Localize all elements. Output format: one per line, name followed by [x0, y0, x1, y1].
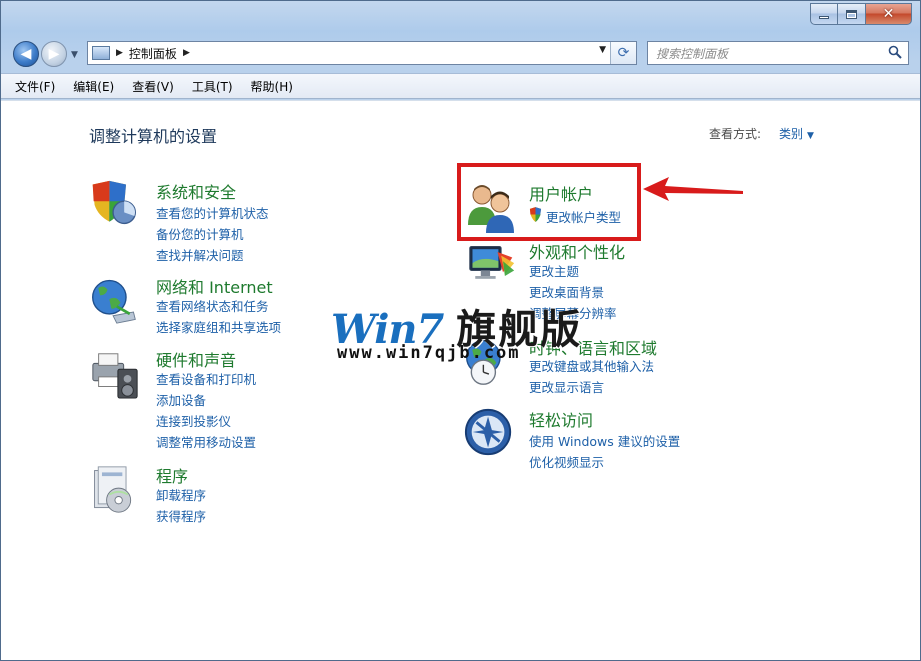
globe-network-icon: [92, 279, 136, 324]
category-title[interactable]: 系统和安全: [156, 179, 236, 203]
highlight-box: [457, 163, 641, 241]
refresh-button[interactable]: ⟳: [610, 42, 636, 64]
menu-view[interactable]: 查看(V): [132, 78, 174, 95]
close-icon: ✕: [882, 6, 895, 22]
maximize-icon: [846, 9, 857, 19]
search-input[interactable]: 搜索控制面板: [647, 41, 909, 65]
ease-of-access-icon: [464, 408, 512, 456]
category-title[interactable]: 网络和 Internet: [156, 274, 273, 298]
category-link[interactable]: 卸载程序: [156, 485, 206, 504]
category-link[interactable]: 连接到投影仪: [156, 411, 231, 430]
category-link[interactable]: 更改显示语言: [529, 377, 604, 396]
maximize-button[interactable]: [838, 3, 866, 25]
monitor-palette-icon: [469, 245, 515, 279]
breadcrumb-separator-icon[interactable]: ▶: [116, 48, 123, 58]
view-by-label: 查看方式:: [709, 127, 762, 141]
forward-arrow-icon: ▶: [48, 46, 60, 62]
category-link[interactable]: 添加设备: [156, 390, 206, 409]
category-link[interactable]: 调整常用移动设置: [156, 432, 256, 451]
category-link[interactable]: 使用 Windows 建议的设置: [529, 431, 680, 450]
category-link[interactable]: 选择家庭组和共享选项: [156, 317, 281, 336]
control-panel-icon: [92, 46, 110, 60]
category-link[interactable]: 更改主题: [529, 261, 579, 280]
minimize-icon: [819, 15, 829, 19]
menu-file[interactable]: 文件(F): [15, 78, 55, 95]
content-area: 调整计算机的设置 查看方式: 类别 ▼ 系统和安全 查看您的计算机状态 备份您的计…: [1, 100, 920, 660]
category-link[interactable]: 优化视频显示: [529, 452, 604, 471]
printer-speaker-icon: [92, 353, 138, 399]
close-button[interactable]: ✕: [866, 3, 912, 25]
chevron-down-icon[interactable]: ▼: [807, 131, 814, 141]
search-placeholder: 搜索控制面板: [656, 46, 729, 61]
back-arrow-icon: ◀: [20, 46, 32, 62]
watermark: Win7 旗舰版 www.win7qjb.com: [331, 297, 601, 367]
caption-buttons: ✕: [810, 3, 912, 25]
breadcrumb-control-panel[interactable]: 控制面板: [129, 45, 177, 62]
category-title[interactable]: 硬件和声音: [156, 347, 236, 371]
category-link[interactable]: 查找并解决问题: [156, 245, 244, 264]
category-link[interactable]: 备份您的计算机: [156, 224, 244, 243]
control-panel-window: ✕ ◀ ▶ ▼ ▶ 控制面板 ▶ ▼ ⟳ 搜索控制面板 文件(F) 编辑(E) …: [0, 0, 921, 661]
recent-pages-dropdown[interactable]: ▼: [71, 50, 78, 60]
navigation-bar: ◀ ▶ ▼ ▶ 控制面板 ▶ ▼ ⟳ 搜索控制面板: [1, 37, 920, 69]
address-dropdown-icon[interactable]: ▼: [599, 45, 606, 55]
red-arrow-icon: [643, 177, 743, 201]
view-by-dropdown[interactable]: 类别 ▼: [779, 125, 814, 142]
category-title[interactable]: 程序: [156, 463, 188, 487]
refresh-icon: ⟳: [617, 45, 630, 61]
shield-chart-icon: [92, 180, 136, 225]
category-title[interactable]: 外观和个性化: [529, 239, 625, 263]
category-title[interactable]: 轻松访问: [529, 407, 593, 431]
page-title: 调整计算机的设置: [89, 127, 218, 146]
category-link[interactable]: 查看设备和打印机: [156, 369, 256, 388]
category-link[interactable]: 获得程序: [156, 506, 206, 525]
view-by-value[interactable]: 类别: [779, 127, 803, 141]
minimize-button[interactable]: [810, 3, 838, 25]
category-link[interactable]: 查看您的计算机状态: [156, 203, 269, 222]
menu-help[interactable]: 帮助(H): [251, 78, 293, 95]
search-icon[interactable]: [888, 45, 902, 59]
address-bar[interactable]: ▶ 控制面板 ▶ ▼ ⟳: [87, 41, 637, 65]
forward-button[interactable]: ▶: [41, 41, 67, 67]
category-link[interactable]: 查看网络状态和任务: [156, 296, 269, 315]
programs-box-icon: [94, 466, 132, 513]
menu-bar: 文件(F) 编辑(E) 查看(V) 工具(T) 帮助(H): [1, 73, 920, 99]
menu-edit[interactable]: 编辑(E): [73, 78, 114, 95]
breadcrumb-separator-icon[interactable]: ▶: [183, 48, 190, 58]
watermark-url: www.win7qjb.com: [337, 343, 521, 363]
back-button[interactable]: ◀: [13, 41, 39, 67]
menu-tools[interactable]: 工具(T): [192, 78, 233, 95]
